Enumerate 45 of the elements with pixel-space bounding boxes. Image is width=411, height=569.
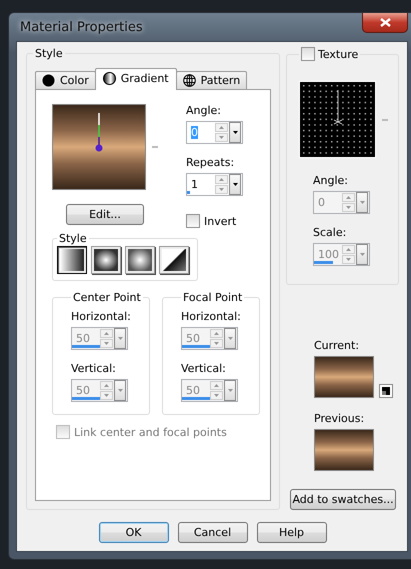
add-to-swatches-button[interactable]: Add to swatches... xyxy=(290,489,396,510)
group-title: Center Point xyxy=(73,291,141,304)
solid-circle-icon xyxy=(42,74,55,87)
gradient-style-button[interactable] xyxy=(91,246,121,274)
field-label: Horizontal: xyxy=(71,310,131,323)
tab[interactable]: Gradient xyxy=(94,68,177,90)
dialog-button[interactable]: Cancel xyxy=(178,522,248,543)
field-label: Repeats: xyxy=(186,156,234,169)
group-title: Style xyxy=(35,47,63,60)
checkbox[interactable] xyxy=(186,214,200,228)
field-label: Angle: xyxy=(186,104,222,117)
gradient-style-button[interactable] xyxy=(57,246,87,274)
close-button[interactable] xyxy=(362,13,408,33)
gradient-style-button[interactable] xyxy=(125,246,155,274)
gradient-circle-icon xyxy=(102,72,116,85)
dropdown-caret-icon[interactable] xyxy=(229,122,241,143)
field-label: Horizontal: xyxy=(181,310,241,323)
checkbox[interactable] xyxy=(301,47,315,61)
dialog-button[interactable]: Help xyxy=(256,522,326,543)
gradient-preview[interactable] xyxy=(52,104,146,190)
checkbox-label: Texture xyxy=(318,48,358,60)
group-title: Style xyxy=(59,232,87,245)
field-label: Angle: xyxy=(313,174,348,187)
previous-swatch[interactable] xyxy=(314,429,374,471)
globe-icon xyxy=(182,74,196,87)
close-icon[interactable] xyxy=(380,18,390,27)
previous-label: Previous: xyxy=(314,412,364,425)
checkbox-label: Link center and focal points xyxy=(74,426,227,438)
spin-field[interactable]: 1 xyxy=(186,173,243,196)
edit-button[interactable]: Edit... xyxy=(66,204,144,225)
field-label: Vertical: xyxy=(181,362,226,375)
field-label: Scale: xyxy=(313,226,346,239)
current-label: Current: xyxy=(314,339,360,352)
current-swatch[interactable] xyxy=(314,356,374,398)
gradient-style-button[interactable] xyxy=(159,246,189,274)
checkbox-label: Invert xyxy=(204,214,236,228)
swap-grid-icon[interactable] xyxy=(379,384,393,398)
angle-handle-icon[interactable] xyxy=(95,113,103,153)
dropdown-caret-icon[interactable] xyxy=(229,174,241,195)
dialog-button[interactable]: OK xyxy=(98,522,168,543)
field-label: Vertical: xyxy=(71,362,116,375)
window-title: Material Properties xyxy=(19,20,143,34)
group-title: Focal Point xyxy=(183,291,242,304)
tab[interactable]: Pattern xyxy=(176,71,248,90)
tab[interactable]: Color xyxy=(35,71,96,90)
